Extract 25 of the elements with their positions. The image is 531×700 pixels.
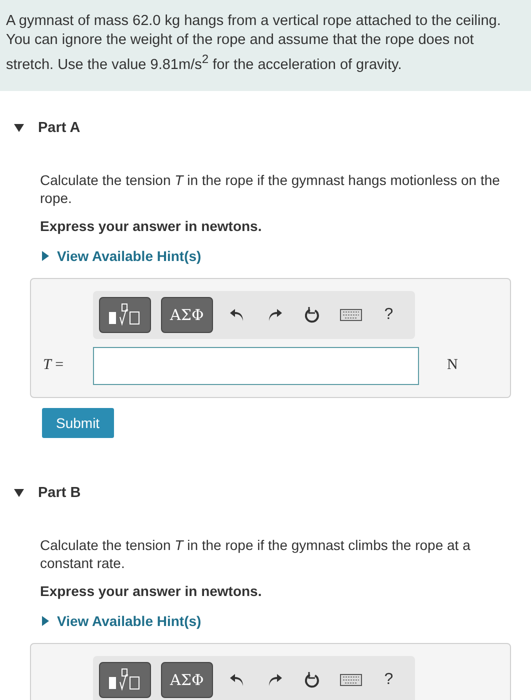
symbols-button[interactable]: ΑΣΦ: [161, 296, 213, 333]
part-title: Part B: [38, 484, 81, 501]
templates-button[interactable]: [99, 662, 151, 698]
question-text: Calculate the tension T in the rope if the gymnast hangs motionless on the rope.: [40, 172, 500, 206]
hint-link[interactable]: View Available Hint(s): [42, 612, 202, 629]
caret-right-icon: [42, 250, 49, 261]
answer-field[interactable]: [93, 346, 419, 385]
templates-icon: [108, 302, 142, 327]
caret-down-icon[interactable]: [14, 488, 24, 497]
caret-right-icon: [42, 616, 49, 626]
templates-icon: [108, 668, 142, 692]
instruction-text: Express your answer in newtons.: [40, 218, 263, 234]
variable-label: T =: [43, 357, 64, 374]
unit-label: N: [447, 357, 458, 374]
help-button[interactable]: ?: [374, 666, 403, 694]
symbols-button[interactable]: ΑΣΦ: [161, 662, 213, 698]
question-text: Calculate the tension T in the rope if the gymnast climbs the rope at a constant rate.: [40, 536, 470, 571]
instruction-text: Express your answer in newtons.: [40, 582, 263, 599]
hint-link[interactable]: View Available Hint(s): [42, 248, 202, 264]
problem-text: A gymnast of mass 62.0 kg hangs from a vertical rope attached to the ceiling. You can ignore the weight of the rope and assume that the rope does not stretch. Use the value 9.81m/s$^{2}$ for the acceleration of gravity.: [6, 13, 501, 73]
templates-button[interactable]: [99, 296, 151, 333]
caret-down-icon[interactable]: [14, 124, 24, 132]
part-title: Part A: [38, 120, 80, 136]
help-button[interactable]: ?: [374, 300, 403, 329]
submit-button[interactable]: Submit: [42, 408, 114, 438]
